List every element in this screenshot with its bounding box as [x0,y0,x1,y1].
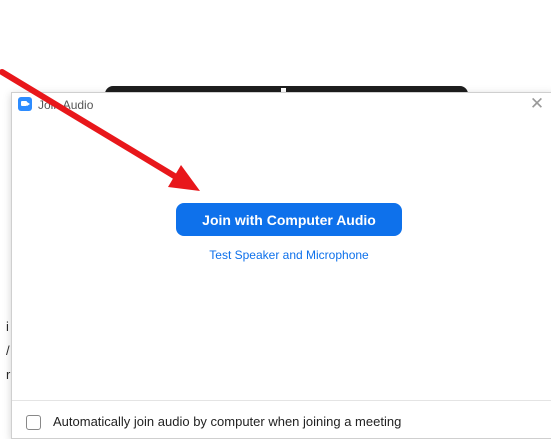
close-icon[interactable]: ✕ [528,95,546,113]
background-glyph: i [6,319,9,334]
join-audio-dialog: Join Audio ✕ Join with Computer Audio Te… [11,92,551,439]
join-computer-audio-button[interactable]: Join with Computer Audio [176,203,402,236]
test-speaker-microphone-link[interactable]: Test Speaker and Microphone [176,248,402,262]
background-glyph: r [6,367,11,382]
auto-join-checkbox[interactable] [26,415,41,430]
dialog-title: Join Audio [38,98,94,112]
dialog-titlebar: Join Audio ✕ [12,93,551,117]
background-glyph: / [6,343,10,358]
zoom-camera-icon [18,97,32,111]
auto-join-label: Automatically join audio by computer whe… [53,414,402,429]
dialog-footer: Automatically join audio by computer whe… [12,400,551,439]
